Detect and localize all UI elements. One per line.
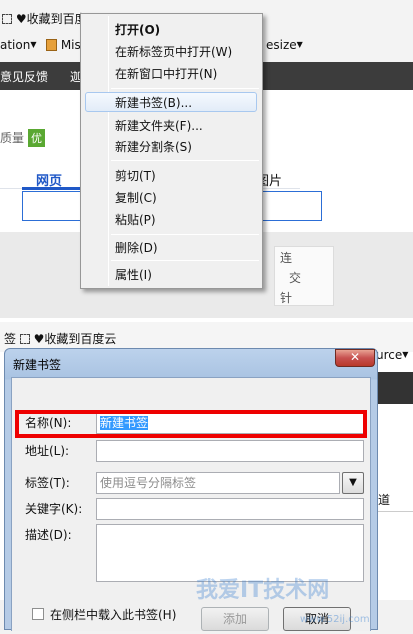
menu-item-paste[interactable]: 粘贴(P)	[115, 210, 156, 230]
load-in-sidebar-label: 在侧栏中载入此书签(H)	[50, 608, 177, 622]
menu-item-delete[interactable]: 删除(D)	[115, 238, 158, 258]
menu-separator	[111, 260, 259, 261]
menu-item-open-new-tab[interactable]: 在新标签页中打开(W)	[115, 42, 232, 62]
quality-row: 质量优	[0, 129, 46, 147]
tags-label: 标签(T):	[25, 476, 70, 490]
menu-separator	[111, 234, 259, 235]
address-highlight-box	[15, 410, 367, 438]
menu-item-open[interactable]: 打开(O)	[115, 20, 160, 40]
bookmark-item-ation[interactable]: ation▼	[0, 38, 37, 52]
tags-dropdown-button[interactable]: ▼	[342, 472, 364, 494]
toolbar-item-partial[interactable]: urce▼	[376, 348, 408, 362]
screenshot-context-menu: ♥收藏到百度云 ation▼ Mis esize▼ 意见反馈 迦 质量优 网页 …	[0, 0, 413, 318]
bookmark-item-resize[interactable]: esize▼	[266, 38, 303, 52]
book-icon	[46, 39, 57, 51]
menu-separator	[111, 88, 259, 89]
menu-item-new-folder[interactable]: 新建文件夹(F)...	[115, 116, 203, 136]
address-field[interactable]	[96, 440, 364, 462]
keyword-label: 关键字(K):	[25, 502, 83, 516]
menu-item-new-separator[interactable]: 新建分割条(S)	[115, 137, 192, 157]
add-button[interactable]: 添加	[201, 607, 269, 631]
menu-item-properties[interactable]: 属性(I)	[115, 265, 152, 285]
tags-field[interactable]: 使用逗号分隔标签	[96, 472, 340, 494]
address-label: 地址(L):	[25, 444, 70, 458]
dialog-title: 新建书签	[13, 358, 62, 372]
menu-item-copy[interactable]: 复制(C)	[115, 188, 157, 208]
menu-item-open-new-window[interactable]: 在新窗口中打开(N)	[115, 64, 217, 84]
watermark-url: www.52ij.com	[300, 614, 370, 625]
screenshot-new-bookmark-dialog: 签 ♥收藏到百度云 urce▼ 道 火狐 新建书签 ✕ 名称(N): 新建书签 …	[0, 322, 413, 634]
bookmark-item-mis[interactable]: Mis	[46, 38, 81, 52]
menu-item-new-bookmark[interactable]: 新建书签(B)...	[85, 92, 257, 112]
dashed-checkbox-icon	[2, 14, 12, 24]
watermark: 我爱IT技术网	[196, 578, 330, 603]
keyword-field[interactable]	[96, 498, 364, 520]
bookmark-save-to-baidu[interactable]: 签 ♥收藏到百度云	[4, 330, 116, 347]
page-divider	[376, 511, 413, 512]
description-label: 描述(D):	[25, 528, 72, 542]
dashed-checkbox-icon	[19, 334, 30, 344]
quality-badge: 优	[28, 129, 46, 147]
dropdown-arrow-icon: ▼	[402, 350, 409, 359]
dropdown-arrow-icon: ▼	[296, 40, 303, 49]
menu-gutter	[108, 16, 109, 286]
menu-separator	[111, 160, 259, 161]
close-icon[interactable]: ✕	[335, 349, 375, 367]
tab-web[interactable]: 网页	[36, 170, 62, 189]
menu-item-cut[interactable]: 剪切(T)	[115, 166, 156, 186]
chevron-down-icon: ▼	[349, 477, 357, 488]
dark-nav-strip	[376, 372, 413, 404]
bookmark-context-menu: 打开(O) 在新标签页中打开(W) 在新窗口中打开(N) 新建书签(B)... …	[80, 13, 263, 289]
side-panel: 连 交 针	[274, 246, 334, 306]
dropdown-arrow-icon: ▼	[30, 40, 37, 49]
load-in-sidebar-checkbox[interactable]	[32, 608, 44, 620]
page-label-partial: 道	[378, 493, 391, 507]
nav-feedback[interactable]: 意见反馈	[0, 68, 48, 85]
